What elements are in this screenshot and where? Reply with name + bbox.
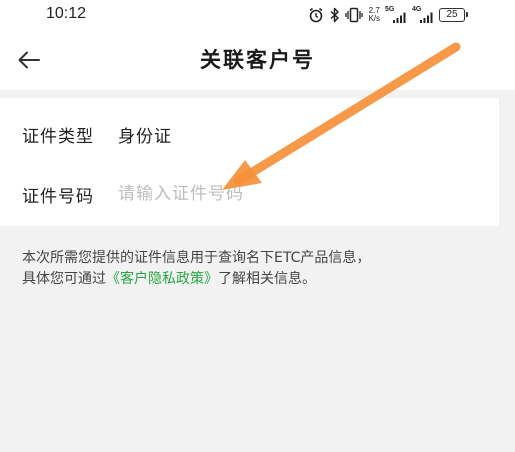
bluetooth-icon bbox=[329, 7, 340, 23]
signal-icon bbox=[393, 12, 406, 23]
net-speed: 2.7 K/s bbox=[368, 7, 380, 23]
notice-line-1: 本次所需您提供的证件信息用于查询名下ETC产品信息， bbox=[22, 250, 371, 266]
alarm-icon bbox=[308, 7, 324, 23]
back-button[interactable] bbox=[12, 44, 46, 76]
battery-icon: 25 bbox=[439, 8, 468, 22]
id-type-value[interactable]: 身份证 bbox=[118, 122, 172, 147]
id-type-label: 证件类型 bbox=[22, 126, 94, 147]
privacy-notice: 本次所需您提供的证件信息用于查询名下ETC产品信息， 具体您可通过《客户隐私政策… bbox=[22, 248, 482, 290]
sim2-signal: 4G bbox=[412, 6, 434, 23]
vibrate-icon bbox=[345, 7, 364, 23]
status-bar: 10:12 2.7 K/s 5G 4G 25 bbox=[0, 0, 515, 30]
page-title: 关联客户号 bbox=[200, 47, 315, 72]
id-type-row[interactable]: 证件类型 身份证 bbox=[22, 114, 172, 154]
net-speed-unit: K/s bbox=[368, 14, 380, 23]
status-icons: 2.7 K/s 5G 4G 25 bbox=[308, 4, 468, 26]
id-number-row: 证件号码 bbox=[22, 174, 378, 214]
privacy-policy-link[interactable]: 《客户隐私政策》 bbox=[106, 271, 218, 287]
id-form-card: 证件类型 身份证 证件号码 bbox=[0, 98, 499, 226]
id-number-input[interactable] bbox=[118, 184, 378, 204]
arrow-left-icon bbox=[18, 51, 40, 69]
notice-line-2-prefix: 具体您可通过 bbox=[22, 271, 106, 287]
id-number-label: 证件号码 bbox=[22, 186, 94, 207]
status-time: 10:12 bbox=[46, 5, 87, 22]
sim1-signal: 5G bbox=[385, 6, 407, 23]
notice-line-2: 具体您可通过《客户隐私政策》了解相关信息。 bbox=[22, 269, 482, 290]
app-header: 关联客户号 bbox=[0, 30, 515, 90]
signal-icon bbox=[420, 12, 433, 23]
notice-line-2-suffix: 了解相关信息。 bbox=[218, 271, 316, 287]
